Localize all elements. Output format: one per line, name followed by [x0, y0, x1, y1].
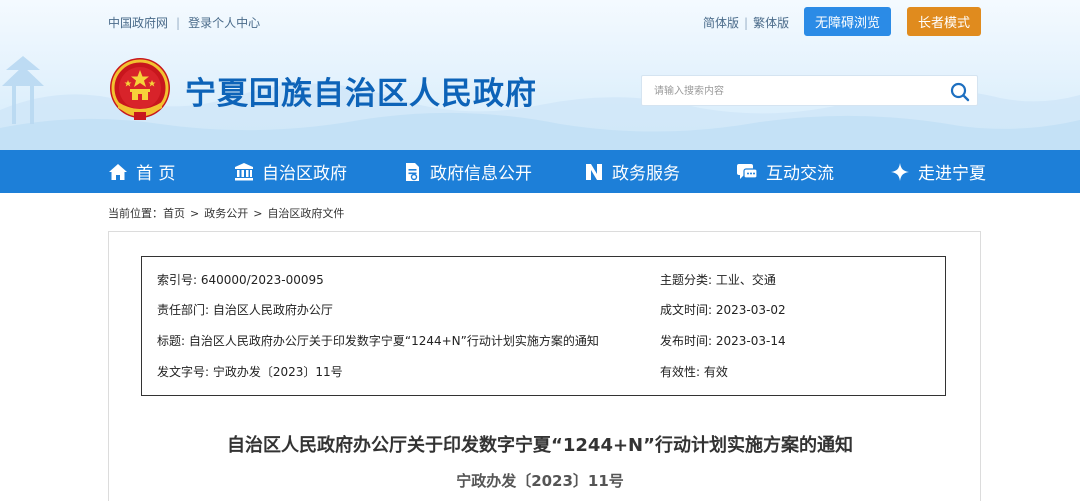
- login-link[interactable]: 登录个人中心: [188, 14, 260, 31]
- nav-label-autonomous-region-government: 自治区政府: [262, 164, 347, 184]
- home-icon: [109, 163, 127, 180]
- meta-published-date: 发布时间: 2023-03-14: [660, 332, 786, 349]
- meta-index-number: 索引号: 640000/2023-00095: [157, 271, 324, 288]
- breadcrumb-prefix: 当前位置：: [108, 207, 163, 220]
- meta-validity-label: 有效性:: [660, 365, 701, 379]
- nav-label-government-services: 政务服务: [612, 164, 680, 184]
- meta-title-label: 标题:: [157, 334, 186, 348]
- breadcrumb-government-documents[interactable]: 自治区政府文件: [267, 205, 344, 221]
- document-icon: [406, 162, 419, 181]
- accessibility-button[interactable]: 无障碍浏览: [804, 7, 891, 36]
- language-links: 简体版 | 繁体版: [703, 14, 789, 31]
- meta-created-label: 成文时间:: [660, 303, 713, 317]
- nav-label-interaction: 互动交流: [766, 164, 834, 184]
- breadcrumb-government-affairs[interactable]: 政务公开: [204, 205, 248, 221]
- nav-item-autonomous-region-government[interactable]: 自治区政府: [234, 150, 347, 193]
- top-links: 中国政府网 | 登录个人中心: [108, 14, 260, 31]
- top-links-separator: |: [176, 15, 181, 30]
- nav-item-home[interactable]: 首 页: [108, 150, 175, 193]
- sparkle-icon: [891, 162, 909, 181]
- meta-published-label: 发布时间:: [660, 334, 713, 348]
- gov-portal-link[interactable]: 中国政府网: [108, 14, 168, 31]
- traditional-chinese-link[interactable]: 繁体版: [753, 14, 789, 31]
- meta-document-number: 发文字号: 宁政办发〔2023〕11号: [157, 363, 343, 380]
- meta-index-label: 索引号:: [157, 273, 198, 287]
- meta-published-value: 2023-03-14: [715, 334, 786, 348]
- meta-topic: 主题分类: 工业、交通: [660, 271, 776, 288]
- breadcrumb-arrow: >: [190, 206, 200, 220]
- meta-docnum-label: 发文字号:: [157, 365, 210, 379]
- government-building-icon: [235, 162, 253, 180]
- breadcrumb-arrow: >: [253, 206, 263, 220]
- search-input[interactable]: [654, 82, 944, 100]
- meta-created-value: 2023-03-02: [715, 303, 786, 317]
- meta-department: 责任部门: 自治区人民政府办公厅: [157, 301, 333, 318]
- meta-docnum-value: 宁政办发〔2023〕11号: [212, 365, 343, 379]
- search-icon[interactable]: [949, 81, 971, 103]
- site-title: 宁夏回族自治区人民政府: [185, 76, 537, 112]
- service-n-icon: [586, 163, 602, 180]
- chat-icon: [737, 163, 758, 179]
- simplified-chinese-link[interactable]: 简体版: [703, 14, 739, 31]
- document-number: 宁政办发〔2023〕11号: [456, 472, 624, 490]
- document-title: 自治区人民政府办公厅关于印发数字宁夏“1244+N”行动计划实施方案的通知: [227, 435, 853, 456]
- national-emblem-icon: [110, 58, 170, 120]
- nav-label-home: 首 页: [136, 164, 176, 184]
- search-box: [641, 75, 978, 106]
- nav-label-government-info-disclosure: 政府信息公开: [430, 164, 532, 184]
- elder-mode-button[interactable]: 长者模式: [907, 7, 981, 36]
- site-header: 中国政府网 | 登录个人中心 简体版 | 繁体版 无障碍浏览 长者模式 宁夏回族…: [0, 0, 1080, 150]
- meta-created-date: 成文时间: 2023-03-02: [660, 301, 786, 318]
- meta-title-value: 自治区人民政府办公厅关于印发数字宁夏“1244+N”行动计划实施方案的通知: [188, 334, 599, 348]
- meta-validity: 有效性: 有效: [660, 363, 728, 380]
- meta-index-value: 640000/2023-00095: [200, 273, 324, 287]
- nav-item-government-info-disclosure[interactable]: 政府信息公开: [402, 150, 532, 193]
- nav-item-government-services[interactable]: 政务服务: [584, 150, 680, 193]
- nav-label-discover-ningxia: 走进宁夏: [918, 164, 986, 184]
- language-separator: |: [744, 15, 749, 30]
- nav-item-interaction[interactable]: 互动交流: [736, 150, 834, 193]
- meta-dept-label: 责任部门:: [157, 303, 210, 317]
- meta-topic-label: 主题分类:: [660, 273, 713, 287]
- breadcrumb: 当前位置： 首页 > 政务公开 > 自治区政府文件: [108, 205, 344, 221]
- meta-title: 标题: 自治区人民政府办公厅关于印发数字宁夏“1244+N”行动计划实施方案的通…: [157, 332, 599, 349]
- meta-validity-value: 有效: [703, 365, 728, 379]
- main-nav: 首 页 自治区政府 政府信息公开 政务服务 互动交流 走进宁夏: [0, 150, 1080, 193]
- meta-topic-value: 工业、交通: [715, 273, 776, 287]
- breadcrumb-home[interactable]: 首页: [163, 205, 185, 221]
- nav-item-discover-ningxia[interactable]: 走进宁夏: [890, 150, 986, 193]
- meta-dept-value: 自治区人民政府办公厅: [212, 303, 333, 317]
